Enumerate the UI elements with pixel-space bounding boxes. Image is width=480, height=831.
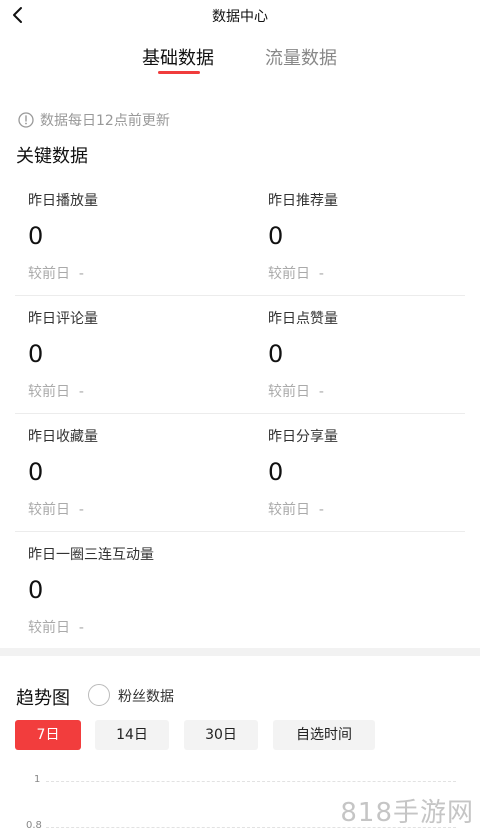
compare-label: 较前日 [28,266,70,282]
tab-traffic-data[interactable]: 流量数据 [265,44,337,70]
metric-label: 昨日推荐量 [268,193,338,209]
compare-value: - [78,384,84,400]
key-data-grid: 昨日播放量 0 较前日 - 昨日推荐量 0 较前日 - 昨日评论量 0 较前日 … [15,178,465,647]
fans-data-radio[interactable] [88,684,110,706]
info-icon [18,112,34,128]
metric-label: 昨日一圈三连互动量 [28,547,154,563]
compare-label: 较前日 [268,384,310,400]
metric-card-plays: 昨日播放量 0 较前日 - [15,178,240,296]
metric-row: 昨日收藏量 0 较前日 - 昨日分享量 0 较前日 - [15,414,465,532]
metric-value: 0 [28,222,44,250]
range-custom-button[interactable]: 自选时间 [273,720,375,750]
metric-card-recommendations: 昨日推荐量 0 较前日 - [255,178,480,296]
notice-text: 数据每日12点前更新 [40,113,170,129]
metric-compare: 较前日 - [28,381,84,401]
metric-label: 昨日评论量 [28,311,98,327]
compare-value: - [78,620,84,636]
fans-data-label[interactable]: 粉丝数据 [118,686,174,706]
metric-card-likes: 昨日点赞量 0 较前日 - [255,296,480,414]
range-30-days-button[interactable]: 30日 [184,720,258,750]
metric-label: 昨日分享量 [268,429,338,445]
compare-value: - [78,502,84,518]
y-tick-label: 1 [34,774,41,785]
metric-row: 昨日评论量 0 较前日 - 昨日点赞量 0 较前日 - [15,296,465,414]
metric-card-triple-interactions: 昨日一圈三连互动量 0 较前日 - [15,532,315,650]
metric-compare: 较前日 - [268,263,324,283]
metric-value: 0 [268,458,284,486]
compare-label: 较前日 [28,384,70,400]
metric-label: 昨日播放量 [28,193,98,209]
range-14-days-button[interactable]: 14日 [95,720,169,750]
metric-compare: 较前日 - [28,617,84,637]
range-7-days-button[interactable]: 7日 [15,720,81,750]
compare-value: - [78,266,84,282]
metric-value: 0 [28,340,44,368]
top-bar: 数据中心 [0,0,480,30]
compare-value: - [318,266,324,282]
compare-value: - [318,502,324,518]
y-tick-label: 0.8 [26,820,42,831]
chart-gridline [46,781,456,782]
tab-basic-data[interactable]: 基础数据 [142,44,214,70]
active-tab-indicator [158,71,200,74]
metric-label: 昨日收藏量 [28,429,98,445]
metric-card-favorites: 昨日收藏量 0 较前日 - [15,414,240,532]
metric-compare: 较前日 - [268,499,324,519]
page-title: 数据中心 [212,9,268,25]
metric-compare: 较前日 - [268,381,324,401]
compare-label: 较前日 [28,502,70,518]
key-data-title: 关键数据 [16,146,88,167]
compare-label: 较前日 [268,266,310,282]
trend-title: 趋势图 [16,688,70,709]
section-divider [0,648,480,656]
metric-compare: 较前日 - [28,499,84,519]
compare-value: - [318,384,324,400]
compare-label: 较前日 [268,502,310,518]
metric-value: 0 [28,458,44,486]
metric-value: 0 [28,576,44,604]
tab-bar: 基础数据 流量数据 [0,44,480,78]
metric-row: 昨日播放量 0 较前日 - 昨日推荐量 0 较前日 - [15,178,465,296]
compare-label: 较前日 [28,620,70,636]
metric-value: 0 [268,340,284,368]
update-notice: 数据每日12点前更新 [18,110,170,130]
metric-label: 昨日点赞量 [268,311,338,327]
metric-compare: 较前日 - [28,263,84,283]
metric-value: 0 [268,222,284,250]
metric-card-shares: 昨日分享量 0 较前日 - [255,414,480,532]
metric-card-comments: 昨日评论量 0 较前日 - [15,296,240,414]
metric-row: 昨日一圈三连互动量 0 较前日 - [15,532,465,647]
watermark: 818手游网 [340,798,474,828]
